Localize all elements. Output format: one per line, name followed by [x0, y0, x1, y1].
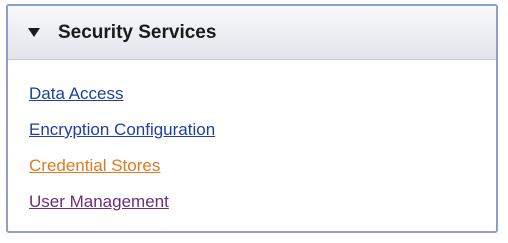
credential-stores-link[interactable]: Credential Stores [29, 156, 496, 192]
user-management-link[interactable]: User Management [29, 192, 496, 228]
data-access-link[interactable]: Data Access [29, 84, 496, 120]
security-services-panel: Security Services Data Access Encryption… [6, 4, 498, 233]
panel-header[interactable]: Security Services [8, 6, 496, 60]
encryption-configuration-link[interactable]: Encryption Configuration [29, 120, 496, 156]
panel-body: Data Access Encryption Configuration Cre… [8, 60, 496, 228]
triangle-down-icon[interactable] [26, 25, 42, 41]
panel-title: Security Services [58, 21, 217, 43]
